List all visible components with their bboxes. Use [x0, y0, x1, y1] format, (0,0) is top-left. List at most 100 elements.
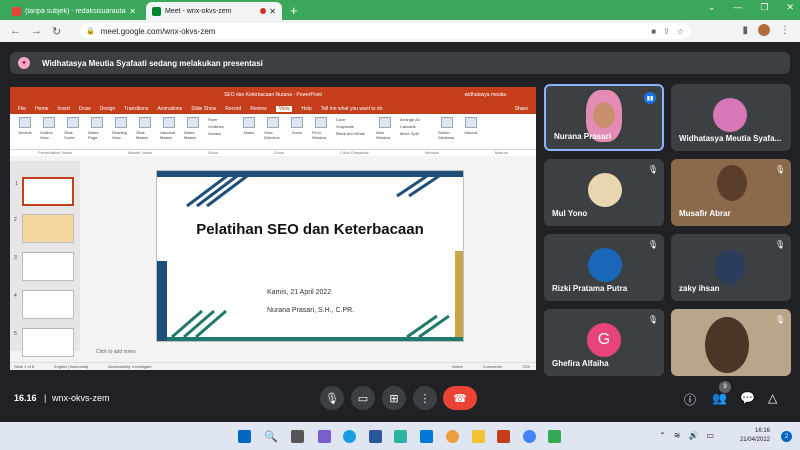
edge-icon[interactable] [343, 430, 356, 443]
slide-thumbnail[interactable]: 5 [14, 328, 74, 357]
view-direction-button[interactable]: View Direction [264, 117, 282, 140]
mic-button[interactable]: 🎙 [320, 386, 344, 410]
close-icon[interactable]: ✕ [269, 7, 276, 16]
ribbon-tab[interactable]: Draw [79, 106, 91, 112]
file-explorer-icon[interactable] [472, 430, 485, 443]
switch-windows-button[interactable]: Switch Windows [438, 117, 456, 140]
close-window-icon[interactable]: ✕ [786, 2, 794, 13]
share-button[interactable]: Share [515, 106, 528, 112]
people-icon[interactable]: 👥 [712, 391, 727, 405]
tab-meet[interactable]: Meet - wnx-okvs-zem ✕ [146, 2, 282, 20]
ribbon-tab[interactable]: Record [225, 106, 241, 112]
macros-button[interactable]: Macros [462, 117, 480, 135]
wifi-icon[interactable]: ≋ [674, 431, 681, 440]
comments-toggle[interactable]: Comments [483, 364, 502, 369]
gridlines-checkbox[interactable]: Gridlines [208, 124, 234, 129]
menu-icon[interactable]: ⋮ [780, 25, 790, 36]
chat-icon[interactable]: 💬 [740, 391, 755, 405]
meeting-details-icon[interactable]: ⓘ [684, 391, 696, 408]
camera-icon[interactable]: ■ [651, 27, 656, 36]
ribbon-tab[interactable]: Design [100, 106, 116, 112]
slide-thumbnail[interactable]: 2 [14, 214, 74, 243]
close-icon[interactable]: ✕ [129, 7, 136, 16]
ribbon-tab[interactable]: Transitions [124, 106, 148, 112]
grayscale-option[interactable]: Grayscale [336, 124, 370, 129]
cascade-option[interactable]: Cascade [400, 124, 432, 129]
zoom-level[interactable]: 73% [522, 364, 530, 369]
notes-toggle[interactable]: Notes [452, 364, 462, 369]
task-view-icon[interactable] [291, 430, 304, 443]
camera-button[interactable]: ▭ [351, 386, 375, 410]
fit-to-window-button[interactable]: Fit to Window [312, 117, 330, 140]
participant-tile[interactable]: 🎙 Rizki Pratama Putra [544, 234, 664, 301]
sidebar-icon[interactable]: ▮ [742, 25, 748, 36]
notes-button[interactable]: Notes [240, 117, 258, 135]
slide-thumbnail[interactable]: 1 [15, 177, 74, 206]
ribbon-tab[interactable]: Review [250, 106, 266, 112]
move-split-option[interactable]: Move Split [400, 131, 432, 136]
chrome-active-icon[interactable] [523, 430, 536, 443]
chrome-icon[interactable] [446, 430, 459, 443]
slide-master-button[interactable]: Slide Master [136, 117, 154, 140]
battery-icon[interactable]: ▭ [706, 431, 714, 440]
system-clock[interactable]: 16:16 21/04/2022 [740, 427, 770, 445]
outline-view-button[interactable]: Outline View [40, 117, 58, 140]
ruler-checkbox[interactable]: Ruler [208, 117, 234, 122]
word-icon[interactable] [369, 430, 382, 443]
accessibility[interactable]: Accessibility: Investigate [108, 364, 151, 369]
participant-tile[interactable]: 🎙 Mul Yono [544, 159, 664, 226]
notification-badge[interactable]: 2 [781, 431, 792, 442]
tab-gmail[interactable]: (tanpa subjek) - redaksisuarautama ✕ [6, 2, 142, 20]
search-icon[interactable]: 🔍 [264, 430, 278, 443]
present-button[interactable]: ⊞ [382, 386, 406, 410]
star-icon[interactable]: ☆ [677, 27, 684, 36]
notes-placeholder[interactable]: Click to add notes [96, 349, 136, 355]
new-tab-button[interactable]: + [290, 3, 298, 18]
url-bar[interactable]: 🔒 meet.google.com/wnx-okvs-zem ■ ⇪ ☆ [80, 23, 690, 39]
maximize-icon[interactable]: ❐ [760, 2, 768, 13]
app-icon[interactable] [548, 430, 561, 443]
reload-icon[interactable]: ↻ [52, 25, 61, 38]
participant-tile[interactable]: Widhatasya Meutia Syafa... [671, 84, 791, 151]
tell-me-box[interactable]: Tell me what you want to do [321, 106, 383, 112]
share-icon[interactable]: ⇪ [663, 27, 670, 36]
ribbon-tab[interactable]: File [18, 106, 26, 112]
slide-sorter-button[interactable]: Slide Sorter [64, 117, 82, 140]
volume-icon[interactable]: 🔊 [688, 431, 698, 440]
minimize-icon[interactable]: — [733, 2, 742, 13]
arrange-all-option[interactable]: Arrange All [400, 117, 432, 122]
slide-thumbnail[interactable]: 4 [14, 290, 74, 319]
chevron-down-icon[interactable]: ⌄ [708, 2, 716, 13]
end-call-button[interactable]: ☎ [443, 386, 477, 410]
participant-tile[interactable]: 🎙 Musafir Abrar [671, 159, 791, 226]
store-icon[interactable] [394, 430, 407, 443]
back-icon[interactable]: ← [10, 25, 21, 37]
start-icon[interactable] [238, 430, 251, 443]
more-options-button[interactable]: ⋮ [413, 386, 437, 410]
black-white-option[interactable]: Black and White [336, 131, 370, 136]
profile-avatar[interactable] [758, 24, 770, 36]
zoom-button[interactable]: Zoom [288, 117, 306, 135]
guides-checkbox[interactable]: Guides [208, 131, 234, 136]
language[interactable]: English (Indonesia) [54, 364, 88, 369]
widgets-icon[interactable] [318, 430, 331, 443]
participant-tile[interactable]: ▮▮ Nurana Prasari [544, 84, 664, 151]
powerpoint-icon[interactable] [497, 430, 510, 443]
participant-tile[interactable]: 🎙 zaky ihsan [671, 234, 791, 301]
ribbon-tab[interactable]: Help [301, 106, 311, 112]
ribbon-tab[interactable]: Animations [157, 106, 182, 112]
color-option[interactable]: Color [336, 117, 370, 122]
notes-master-button[interactable]: Notes Master [184, 117, 202, 140]
participant-tile[interactable]: 🎙 [671, 309, 791, 376]
ribbon-tab-view[interactable]: View [275, 105, 293, 112]
notes-page-button[interactable]: Notes Page [88, 117, 106, 140]
slide-thumbnail[interactable]: 3 [14, 252, 74, 281]
handout-master-button[interactable]: Handout Master [160, 117, 178, 140]
normal-view-button[interactable]: Normal [16, 117, 34, 135]
ribbon-tab[interactable]: Insert [57, 106, 70, 112]
new-window-button[interactable]: New Window [376, 117, 394, 140]
activities-icon[interactable]: △ [768, 391, 777, 405]
chevron-up-icon[interactable]: ⌃ [659, 431, 666, 440]
participant-tile[interactable]: G 🎙 Ghefira Alfaiha [544, 309, 664, 376]
mail-icon[interactable] [420, 430, 433, 443]
